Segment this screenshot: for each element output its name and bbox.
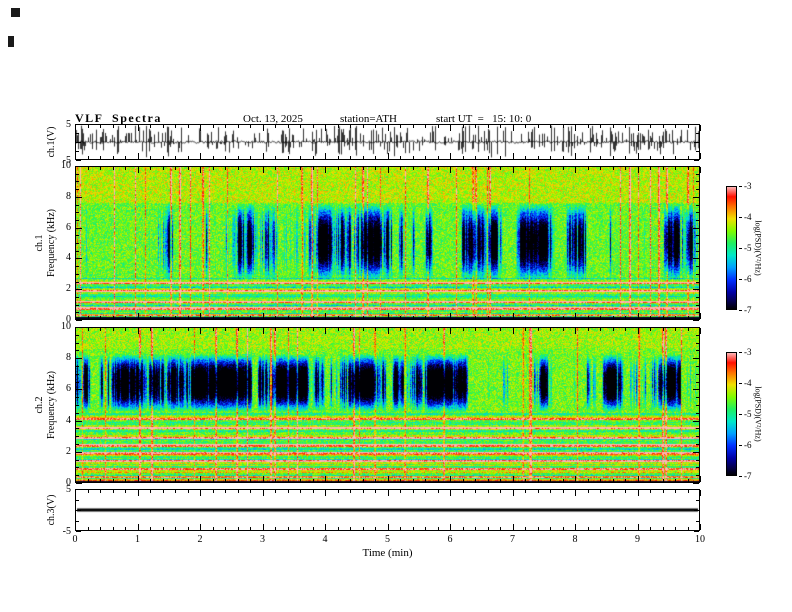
x-tick-label: 4 [322,534,328,545]
x-tick-label: 10 [695,534,705,545]
x-tick-label: 3 [260,534,265,545]
colorbar-tick-label: -5 [744,409,752,419]
colorbar-tick-label: -5 [744,243,752,253]
colorbar-tick-label: -7 [744,471,752,481]
voltage-tick-label: -5 [62,155,71,166]
ch1-spectrogram-plot [75,166,700,320]
ch1-waveform-plot [75,124,700,160]
frequency-tick-label: 6 [66,221,71,233]
colorbar-tick-label: -6 [744,274,752,284]
colorbar-tick-label: -7 [744,305,752,315]
frequency-tick-label: 6 [66,383,71,395]
frequency-tick-label: 2 [66,283,71,295]
frequency-tick-label: 10 [61,321,71,332]
ch3-waveform-plot [75,489,700,531]
axis-label-line: ch.2 [34,396,45,414]
x-tick-label: 1 [135,534,140,545]
ch2-spectrogram-plot [75,327,700,483]
x-tick-label: 9 [635,534,640,545]
colorbar-tick-label: -4 [744,212,752,222]
voltage-tick-label: 5 [66,119,71,130]
frequency-tick-label: 4 [66,414,71,426]
x-tick-label: 8 [572,534,578,545]
ch1-frequency-axis-label: ch.1 Frequency (kHz) [34,209,58,277]
colorbar-tick-label: -3 [744,181,752,191]
voltage-tick-label: 5 [66,484,71,495]
x-tick-label: 2 [197,534,203,545]
time-axis-label: Time (min) [362,547,413,559]
frequency-tick-label: 4 [66,252,71,264]
axis-label-line: ch.1 [34,234,45,252]
colorbar-tick-label: -4 [744,378,752,388]
axis-label-line: Frequency (kHz) [46,370,57,440]
colorbar-tick-label: -3 [744,347,752,357]
ch3-voltage-axis-label: ch.3(V) [46,494,57,526]
colorbar-tick-label: -6 [744,440,752,450]
x-tick-label: 6 [447,534,453,545]
ch2-frequency-axis-label: ch.2 Frequency (kHz) [34,371,58,439]
frequency-tick-label: 8 [66,190,71,202]
x-tick-label: 7 [510,534,515,545]
axis-label-line: Frequency (kHz) [46,208,57,278]
ch1-voltage-axis-label: ch.1(V) [46,126,57,158]
screen-artifact-2 [8,36,14,47]
screen-artifact-1 [11,8,20,17]
frequency-tick-label: 8 [66,352,71,364]
voltage-tick-label: -5 [62,526,71,537]
x-tick-label: 5 [385,534,390,545]
colorbar-ch1 [726,186,737,310]
vlf-spectra-figure: VLF Spectra Oct. 13, 2025 station=ATH st… [0,0,792,612]
frequency-tick-label: 2 [66,445,71,457]
colorbar-ch2 [726,352,737,476]
